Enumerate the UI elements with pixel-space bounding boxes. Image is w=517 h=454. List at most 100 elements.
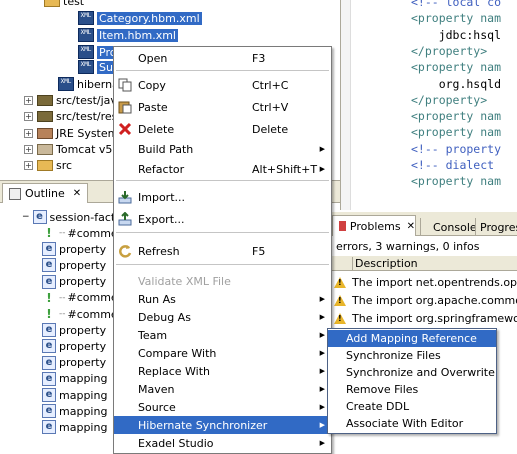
- code-line: org.hsqld: [411, 76, 502, 91]
- column-header-description[interactable]: Description: [352, 257, 418, 270]
- tab-console[interactable]: Console: [420, 218, 477, 236]
- outline-item[interactable]: e mapping: [42, 371, 107, 387]
- submenu-item-associate-with-editor[interactable]: Associate With Editor: [328, 415, 496, 432]
- source-folder-icon: [37, 110, 53, 122]
- menu-item-hibernate-synchronizer[interactable]: Hibernate Synchronizer ▶: [114, 416, 331, 434]
- tab-label: Outline: [25, 187, 65, 200]
- submenu-item-add-mapping-reference[interactable]: Add Mapping Reference: [328, 330, 496, 347]
- outline-item[interactable]: e property: [42, 274, 106, 290]
- menu-item-exadel-studio[interactable]: Exadel Studio ▶: [114, 434, 331, 452]
- close-icon[interactable]: ✕: [407, 221, 415, 232]
- expand-icon[interactable]: +: [24, 144, 33, 154]
- tree-item-category-hbm[interactable]: XML Category.hbm.xml: [78, 10, 202, 26]
- menu-item-compare-with[interactable]: Compare With ▶: [114, 344, 331, 362]
- tree-item-label: src: [56, 158, 73, 172]
- tree-item-jre-system[interactable]: + JRE System: [24, 125, 118, 141]
- tab-progress[interactable]: Progres: [475, 218, 517, 236]
- menu-item-source[interactable]: Source ▶: [114, 398, 331, 416]
- problem-row[interactable]: The import org.apache.commons.: [334, 291, 517, 309]
- expand-icon[interactable]: +: [24, 95, 33, 105]
- menu-item-replace-with[interactable]: Replace With ▶: [114, 362, 331, 380]
- tree-item-src-test-java[interactable]: + src/test/jav: [24, 92, 117, 108]
- tree-item-label: Category.hbm.xml: [97, 11, 202, 25]
- code-line: <property nam: [411, 174, 502, 189]
- code-line: <property nam: [411, 11, 502, 26]
- menu-item-debug-as[interactable]: Debug As ▶: [114, 308, 331, 326]
- menu-item-shortcut: Delete: [252, 122, 289, 136]
- outline-item[interactable]: ! -- #comme: [42, 306, 117, 322]
- expand-icon[interactable]: +: [24, 160, 33, 170]
- outline-item-label: mapping: [59, 388, 108, 402]
- menu-item-import[interactable]: Import...: [114, 188, 331, 206]
- menu-item-paste[interactable]: Paste Ctrl+V: [114, 98, 331, 116]
- tab-problems[interactable]: Problems ✕: [332, 215, 416, 236]
- problem-row[interactable]: The import org.springframework.v: [334, 309, 517, 327]
- tree-item-tomcat[interactable]: + Tomcat v5.: [24, 141, 116, 157]
- expand-icon[interactable]: +: [24, 111, 33, 121]
- xml-file-icon: XML: [58, 77, 74, 91]
- menu-item-maven[interactable]: Maven ▶: [114, 380, 331, 398]
- menu-item-label: Hibernate Synchronizer: [138, 418, 268, 432]
- outline-item[interactable]: e property: [42, 257, 106, 273]
- tab-outline[interactable]: Outline ✕: [2, 183, 89, 203]
- tree-item-product-hbm[interactable]: XML Prod: [78, 44, 117, 60]
- submenu-item-synchronize-and-overwrite[interactable]: Synchronize and Overwrite: [328, 364, 496, 381]
- menu-item-copy[interactable]: Copy Ctrl+C: [114, 76, 331, 94]
- menu-item-shortcut: Alt+Shift+T: [252, 162, 318, 176]
- submenu-arrow-icon: ▶: [319, 331, 325, 339]
- outline-root[interactable]: − e session-fact: [22, 209, 115, 225]
- problem-text: The import org.springframework.v: [352, 311, 517, 325]
- element-icon: e: [42, 323, 56, 338]
- element-icon: e: [42, 371, 56, 386]
- tree-item-test[interactable]: test: [44, 0, 84, 9]
- outline-item[interactable]: e property: [42, 322, 106, 338]
- submenu-item-synchronize-files[interactable]: Synchronize Files: [328, 347, 496, 364]
- tree-item-item-hbm[interactable]: XML Item.hbm.xml: [78, 27, 178, 43]
- menu-item-refresh[interactable]: Refresh F5: [114, 242, 331, 260]
- menu-item-run-as[interactable]: Run As ▶: [114, 290, 331, 308]
- tree-item-supplier-hbm[interactable]: XML Sup: [78, 59, 117, 75]
- submenu-item-label: Associate With Editor: [346, 417, 464, 430]
- menu-item-build-path[interactable]: Build Path ▶: [114, 140, 331, 158]
- outline-item-label: property: [59, 258, 107, 272]
- problem-row[interactable]: The import net.opentrends.openfr: [334, 273, 517, 291]
- outline-item[interactable]: e mapping: [42, 403, 107, 419]
- outline-item-label: mapping: [59, 404, 108, 418]
- menu-item-refactor[interactable]: Refactor Alt+Shift+T ▶: [114, 160, 331, 178]
- close-icon[interactable]: ✕: [73, 188, 81, 199]
- outline-item-label: #comme: [67, 291, 118, 305]
- submenu-item-remove-files[interactable]: Remove Files: [328, 381, 496, 398]
- outline-item[interactable]: ! -- #comme: [42, 225, 117, 241]
- outline-item[interactable]: ! -- #comme: [42, 290, 118, 306]
- menu-item-team[interactable]: Team ▶: [114, 326, 331, 344]
- tree-item-label: Item.hbm.xml: [97, 28, 178, 42]
- submenu-arrow-icon: ▶: [319, 165, 325, 173]
- source-folder-icon: [37, 94, 53, 106]
- refresh-icon: [118, 244, 132, 258]
- outline-item[interactable]: e mapping: [42, 419, 107, 435]
- submenu-arrow-icon: ▶: [319, 403, 325, 411]
- tree-item-src[interactable]: + src: [24, 157, 72, 173]
- outline-item[interactable]: e mapping: [42, 387, 107, 403]
- xml-file-icon: XML: [78, 60, 94, 74]
- collapse-icon[interactable]: −: [22, 212, 30, 222]
- menu-item-delete[interactable]: Delete Delete: [114, 120, 331, 138]
- outline-item[interactable]: e property: [42, 241, 106, 257]
- outline-item[interactable]: e property: [42, 355, 106, 371]
- xml-file-icon: XML: [78, 11, 94, 25]
- tree-item-src-test-resources[interactable]: + src/test/res: [24, 108, 117, 124]
- menu-item-export[interactable]: Export...: [114, 210, 331, 228]
- code-line: <property nam: [411, 60, 502, 75]
- outline-item[interactable]: e property: [42, 338, 106, 354]
- tab-label: Progres: [480, 220, 517, 234]
- submenu-item-label: Create DDL: [346, 400, 410, 413]
- outline-item-label: property: [59, 275, 107, 289]
- tree-item-label: JRE System: [56, 126, 119, 140]
- submenu-item-create-ddl[interactable]: Create DDL: [328, 398, 496, 415]
- submenu-arrow-icon: ▶: [319, 421, 325, 429]
- menu-item-open[interactable]: Open F3: [114, 49, 331, 67]
- menu-separator: [116, 232, 329, 233]
- expand-icon[interactable]: +: [24, 128, 33, 138]
- menu-item-shortcut: Ctrl+V: [252, 100, 289, 114]
- problems-icon: [339, 221, 346, 231]
